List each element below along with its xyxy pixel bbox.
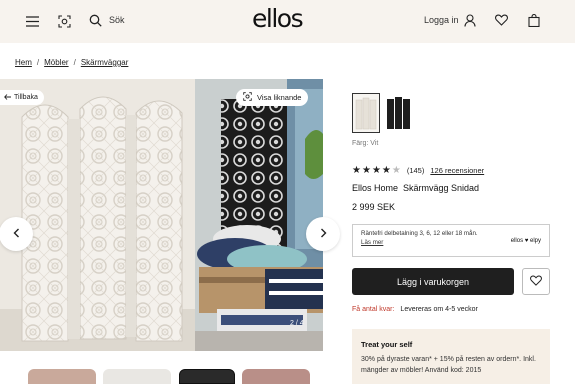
rating-count: (145) — [406, 166, 425, 175]
delivery-time: Levereras om 4-5 veckor — [400, 306, 478, 313]
color-swatch-black[interactable] — [385, 93, 413, 133]
breadcrumb-separator: / — [36, 58, 40, 67]
star-filled-icon: ★ — [352, 165, 361, 176]
breadcrumb-room-dividers[interactable]: Skärmväggar — [81, 58, 129, 67]
thumbnail[interactable] — [28, 369, 96, 384]
selected-color-label: Färg: Vit — [352, 140, 379, 147]
product-image-main[interactable] — [0, 79, 195, 351]
add-to-cart-button[interactable]: Lägg i varukorgen — [352, 268, 514, 295]
breadcrumb-home[interactable]: Hem — [15, 58, 32, 67]
stock-info: Få antal kvar: Levereras om 4-5 veckor — [352, 306, 478, 313]
star-filled-icon: ★ — [381, 165, 391, 176]
show-similar-button[interactable]: Visa liknande — [236, 89, 309, 106]
star-filled-icon: ★ — [371, 165, 381, 176]
heart-icon — [530, 273, 542, 291]
arrow-left-icon — [4, 93, 11, 102]
star-empty-icon: ★ — [391, 165, 401, 176]
product-image-lifestyle[interactable] — [195, 79, 323, 351]
breadcrumb-separator: / — [73, 58, 76, 67]
breadcrumb-furniture[interactable]: Möbler — [44, 58, 68, 67]
breadcrumb: Hem / Möbler / Skärmväggar — [15, 58, 128, 67]
star-rating: ★ ★ ★ ★ ★ — [352, 165, 401, 176]
wishlist-button[interactable] — [522, 268, 550, 295]
thumbnail[interactable] — [179, 369, 235, 384]
heart-icon[interactable] — [494, 13, 508, 27]
gallery-pager: 2 / 4 — [290, 320, 304, 327]
product-price: 2 999 SEK — [352, 202, 396, 212]
thumbnail[interactable] — [242, 369, 310, 384]
promo-box: Treat your self 30% på dyraste varan* + … — [352, 329, 550, 384]
back-button[interactable]: Tillbaka — [0, 90, 44, 105]
promo-title: Treat your self — [361, 340, 413, 349]
rating: ★ ★ ★ ★ ★ (145) 126 recensioner — [352, 165, 484, 176]
chevron-left-icon — [13, 225, 20, 243]
stock-status: Få antal kvar: — [352, 306, 395, 313]
user-icon[interactable] — [463, 13, 477, 27]
login-link[interactable]: Logga in — [424, 15, 459, 25]
gallery-prev-button[interactable] — [0, 217, 33, 251]
site-header: Sök ellos Logga in — [0, 0, 575, 43]
visual-search-icon — [243, 92, 252, 103]
star-filled-icon: ★ — [361, 165, 371, 176]
visual-search-icon[interactable] — [57, 14, 71, 28]
gallery-next-button[interactable] — [306, 217, 340, 251]
reviews-link[interactable]: 126 recensioner — [430, 166, 484, 175]
ellos-logo[interactable]: ellos — [252, 4, 304, 33]
back-label: Tillbaka — [14, 94, 38, 101]
color-swatch-white[interactable] — [352, 93, 380, 133]
search-label[interactable]: Sök — [109, 15, 125, 25]
product-brand[interactable]: Ellos Home — [352, 183, 398, 193]
read-more-link[interactable]: Läs mer — [361, 239, 383, 246]
product-name: Skärmvägg Snidad — [403, 183, 480, 193]
thumbnail[interactable] — [103, 369, 171, 384]
bag-icon[interactable] — [527, 13, 541, 27]
search-icon[interactable] — [88, 13, 102, 27]
show-similar-label: Visa liknande — [257, 93, 302, 102]
menu-icon[interactable] — [25, 14, 39, 28]
payment-logos: ellos ♥ elpy — [510, 238, 541, 244]
promo-text: 30% på dyraste varan* + 15% på resten av… — [361, 356, 536, 374]
chevron-right-icon — [320, 225, 327, 243]
finance-info: Räntefri delbetalning 3, 6, 12 eller 18 … — [352, 224, 550, 257]
product-title: Ellos Home Skärmvägg Snidad — [352, 183, 479, 193]
